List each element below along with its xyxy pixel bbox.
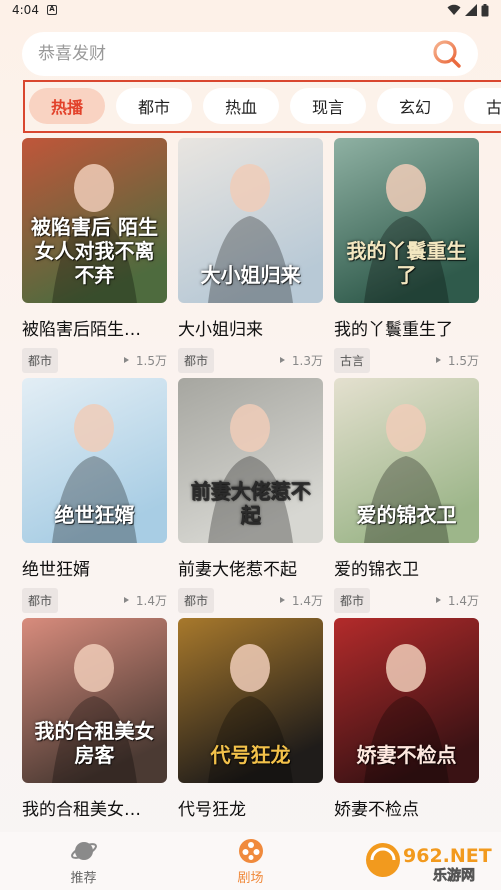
poster-title-art: 被陷害后 陌生女人对我不离不弃 <box>31 215 158 287</box>
play-count-value: 1.4万 <box>135 593 167 608</box>
drama-poster[interactable]: 娇妻不检点 <box>334 618 479 783</box>
tab-5[interactable]: 古言 <box>464 88 501 124</box>
play-count: 1.3万 <box>279 352 323 369</box>
watermark-logo: 962.NET 乐游网 <box>366 843 492 884</box>
genre-tag: 都市 <box>22 347 59 373</box>
drama-poster[interactable]: 爱的锦衣卫 <box>334 378 479 543</box>
tab-0[interactable]: 热播 <box>29 88 105 124</box>
drama-poster[interactable]: 绝世狂婿 <box>22 378 167 543</box>
drama-card[interactable]: 爱的锦衣卫 爱的锦衣卫 都市 1.4万 <box>334 378 479 618</box>
play-count-value: 1.5万 <box>135 353 167 368</box>
genre-tag: 古言 <box>334 347 371 373</box>
notification-a-icon: A <box>46 5 57 15</box>
tab-4[interactable]: 玄幻 <box>377 88 453 124</box>
play-count-value: 1.5万 <box>447 353 479 368</box>
wifi-icon <box>447 4 461 15</box>
play-count-value: 1.4万 <box>291 593 323 608</box>
tab-3[interactable]: 现言 <box>290 88 366 124</box>
search-icon[interactable] <box>432 39 462 69</box>
genre-tag: 都市 <box>22 587 59 613</box>
drama-card[interactable]: 绝世狂婿 绝世狂婿 都市 1.4万 <box>22 378 167 618</box>
drama-title[interactable]: 前妻大佬惹不起 <box>178 555 323 580</box>
drama-title[interactable]: 我的丫鬟重生了 <box>334 315 479 340</box>
drama-poster[interactable]: 代号狂龙 <box>178 618 323 783</box>
tab-1[interactable]: 都市 <box>116 88 192 124</box>
watermark-text: 962.NET <box>403 845 492 867</box>
search-bar[interactable] <box>22 32 478 76</box>
genre-tag: 都市 <box>334 587 371 613</box>
watermark-subtext: 乐游网 <box>433 867 475 884</box>
drama-poster[interactable]: 我的丫鬟重生了 <box>334 138 479 303</box>
nav-item-0[interactable]: 推荐 <box>0 832 167 890</box>
signal-icon <box>465 4 477 16</box>
play-count-value: 1.4万 <box>447 593 479 608</box>
poster-title-art: 代号狂龙 <box>210 743 291 767</box>
poster-title-art: 大小姐归来 <box>200 263 301 287</box>
drama-meta: 都市 1.5万 <box>22 347 167 373</box>
status-bar: 4:04 A <box>0 0 501 20</box>
nav-label: 剧场 <box>237 870 264 886</box>
status-time: 4:04 <box>12 3 39 17</box>
play-count: 1.5万 <box>123 352 167 369</box>
poster-title-art: 我的合租美女房客 <box>34 719 155 767</box>
drama-grid: 被陷害后 陌生女人对我不离不弃 被陷害后陌生… 都市 1.5万 大小姐归来 大小姐归来 都市… <box>22 138 480 858</box>
poster-title-art: 前妻大佬惹不起 <box>190 479 311 527</box>
drama-title[interactable]: 代号狂龙 <box>178 795 323 820</box>
play-count-icon <box>123 597 129 603</box>
drama-card[interactable]: 我的合租美女房客我的合租美女… <box>22 618 167 858</box>
poster-title-art: 爱的锦衣卫 <box>356 503 457 527</box>
drama-title[interactable]: 大小姐归来 <box>178 315 323 340</box>
drama-title[interactable]: 我的合租美女… <box>22 795 167 820</box>
drama-poster[interactable]: 我的合租美女房客 <box>22 618 167 783</box>
search-input[interactable] <box>38 44 432 64</box>
battery-icon <box>481 3 489 16</box>
nav-label: 推荐 <box>70 870 97 886</box>
drama-meta: 古言 1.5万 <box>334 347 479 373</box>
play-count: 1.5万 <box>435 352 479 369</box>
genre-tag: 都市 <box>178 347 215 373</box>
poster-title-art: 我的丫鬟重生了 <box>346 239 467 287</box>
drama-meta: 都市 1.4万 <box>22 587 167 613</box>
play-count-icon <box>435 357 441 363</box>
drama-card[interactable]: 前妻大佬惹不起 前妻大佬惹不起 都市 1.4万 <box>178 378 323 618</box>
nav-item-1[interactable]: 剧场 <box>167 832 334 890</box>
play-count-icon <box>279 357 285 363</box>
category-tabs: 热播都市热血现言玄幻古言 <box>23 80 501 133</box>
drama-card[interactable]: 代号狂龙 代号狂龙 <box>178 618 323 858</box>
genre-tag: 都市 <box>178 587 215 613</box>
poster-title-art: 绝世狂婿 <box>54 503 135 527</box>
film-reel-icon <box>238 838 263 863</box>
drama-poster[interactable]: 前妻大佬惹不起 <box>178 378 323 543</box>
drama-title[interactable]: 被陷害后陌生… <box>22 315 167 340</box>
play-count-icon <box>279 597 285 603</box>
drama-card[interactable]: 大小姐归来 大小姐归来 都市 1.3万 <box>178 138 323 378</box>
planet-icon <box>70 841 97 860</box>
drama-card[interactable]: 娇妻不检点 娇妻不检点 <box>334 618 479 858</box>
drama-poster[interactable]: 大小姐归来 <box>178 138 323 303</box>
drama-title[interactable]: 绝世狂婿 <box>22 555 167 580</box>
play-count: 1.4万 <box>279 592 323 609</box>
drama-card[interactable]: 被陷害后 陌生女人对我不离不弃被陷害后陌生… 都市 1.5万 <box>22 138 167 378</box>
drama-card[interactable]: 我的丫鬟重生了 我的丫鬟重生了 古言 1.5万 <box>334 138 479 378</box>
play-count-icon <box>435 597 441 603</box>
play-count: 1.4万 <box>123 592 167 609</box>
drama-meta: 都市 1.4万 <box>334 587 479 613</box>
play-count: 1.4万 <box>435 592 479 609</box>
drama-title[interactable]: 爱的锦衣卫 <box>334 555 479 580</box>
play-count-icon <box>123 357 129 363</box>
drama-meta: 都市 1.4万 <box>178 587 323 613</box>
drama-meta: 都市 1.3万 <box>178 347 323 373</box>
play-count-value: 1.3万 <box>291 353 323 368</box>
poster-title-art: 娇妻不检点 <box>356 743 457 767</box>
drama-title[interactable]: 娇妻不检点 <box>334 795 479 820</box>
tab-2[interactable]: 热血 <box>203 88 279 124</box>
drama-poster[interactable]: 被陷害后 陌生女人对我不离不弃 <box>22 138 167 303</box>
